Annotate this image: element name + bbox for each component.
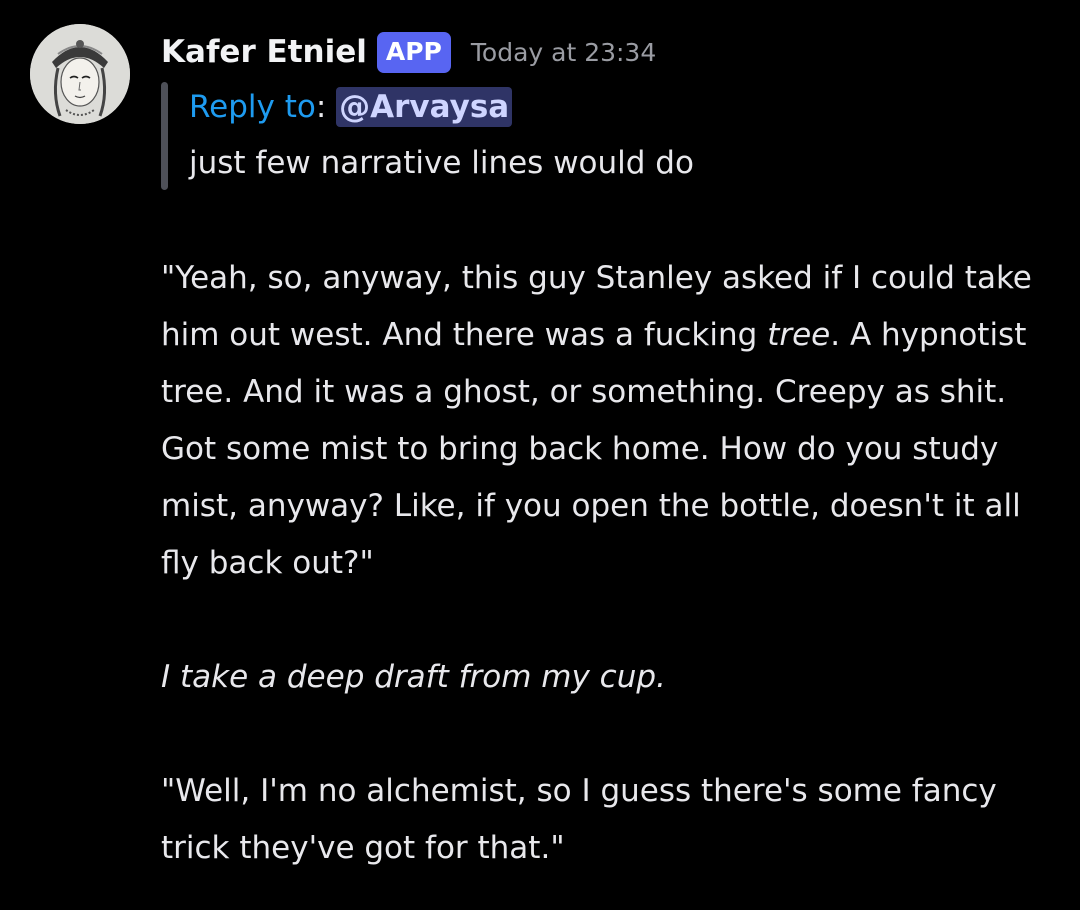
- quote-bar: [161, 82, 168, 190]
- reply-header: Reply to: @Arvaysa: [189, 82, 513, 132]
- reply-quote-text: just few narrative lines would do: [189, 145, 694, 181]
- message-paragraph-italic: I take a deep draft from my cup.: [161, 659, 666, 695]
- app-badge: APP: [376, 31, 451, 73]
- author-name[interactable]: Kafer Etniel: [161, 34, 367, 70]
- reply-label: Reply to: [189, 89, 316, 125]
- message-body: "Yeah, so, anyway, this guy Stanley aske…: [161, 250, 1041, 877]
- paragraph-text: . A hypnotist tree. And it was a ghost, …: [161, 317, 1027, 581]
- emphasis-text: tree: [767, 317, 831, 353]
- message-paragraph: "Well, I'm no alchemist, so I guess ther…: [161, 773, 997, 866]
- user-mention[interactable]: @Arvaysa: [336, 87, 513, 127]
- reply-colon: :: [315, 89, 327, 125]
- portrait-icon: [30, 24, 130, 124]
- avatar[interactable]: [30, 24, 130, 124]
- reply-quote-block[interactable]: Reply to: @Arvaysa just few narrative li…: [161, 80, 961, 192]
- timestamp: Today at 23:34: [470, 37, 657, 67]
- chat-message: Kafer Etniel APP Today at 23:34 Reply to…: [0, 0, 1080, 910]
- message-header: Kafer Etniel APP Today at 23:34: [161, 27, 656, 77]
- message-paragraph: "Yeah, so, anyway, this guy Stanley aske…: [161, 250, 1041, 592]
